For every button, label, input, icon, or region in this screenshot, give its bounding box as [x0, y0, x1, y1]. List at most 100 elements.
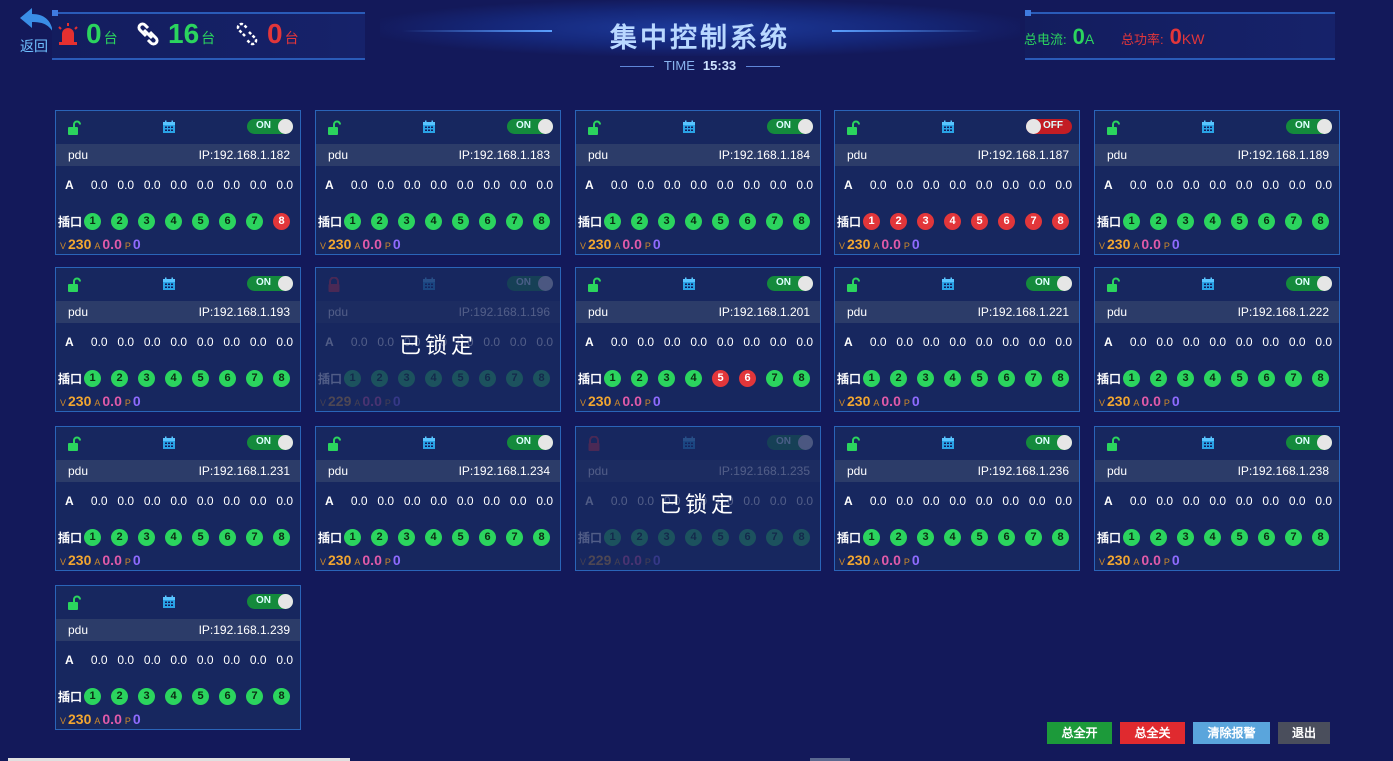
- unlock-icon[interactable]: [1105, 120, 1121, 136]
- power-switch[interactable]: ON: [247, 276, 293, 291]
- port-toggle[interactable]: 3: [138, 213, 155, 230]
- calendar-icon[interactable]: [422, 436, 436, 450]
- calendar-icon[interactable]: [1201, 120, 1215, 134]
- unlock-icon[interactable]: [66, 120, 82, 136]
- port-toggle[interactable]: 8: [793, 370, 810, 387]
- port-toggle[interactable]: 3: [658, 213, 675, 230]
- port-toggle[interactable]: 4: [944, 213, 961, 230]
- port-toggle[interactable]: 5: [192, 688, 209, 705]
- all-on-button[interactable]: 总全开: [1047, 722, 1112, 744]
- port-toggle[interactable]: 3: [1177, 370, 1194, 387]
- port-toggle[interactable]: 5: [712, 529, 729, 546]
- port-toggle[interactable]: 4: [165, 529, 182, 546]
- power-switch[interactable]: ON: [1026, 276, 1072, 291]
- port-toggle[interactable]: 7: [1285, 213, 1302, 230]
- port-toggle[interactable]: 2: [1150, 213, 1167, 230]
- port-toggle[interactable]: 8: [1312, 370, 1329, 387]
- port-toggle[interactable]: 6: [998, 370, 1015, 387]
- power-switch[interactable]: ON: [767, 119, 813, 134]
- port-toggle[interactable]: 5: [712, 370, 729, 387]
- port-toggle[interactable]: 1: [84, 370, 101, 387]
- port-toggle[interactable]: 1: [604, 370, 621, 387]
- port-toggle[interactable]: 7: [506, 529, 523, 546]
- port-toggle[interactable]: 7: [246, 688, 263, 705]
- port-toggle[interactable]: 5: [192, 529, 209, 546]
- port-toggle[interactable]: 4: [425, 213, 442, 230]
- port-toggle[interactable]: 2: [371, 213, 388, 230]
- port-toggle[interactable]: 2: [111, 213, 128, 230]
- power-switch[interactable]: ON: [1286, 276, 1332, 291]
- port-toggle[interactable]: 6: [1258, 213, 1275, 230]
- port-toggle[interactable]: 5: [1231, 213, 1248, 230]
- port-toggle[interactable]: 7: [506, 370, 523, 387]
- unlock-icon[interactable]: [66, 436, 82, 452]
- unlock-icon[interactable]: [66, 595, 82, 611]
- port-toggle[interactable]: 3: [658, 529, 675, 546]
- port-toggle[interactable]: 5: [971, 529, 988, 546]
- port-toggle[interactable]: 6: [219, 213, 236, 230]
- port-toggle[interactable]: 2: [111, 688, 128, 705]
- port-toggle[interactable]: 7: [766, 370, 783, 387]
- port-toggle[interactable]: 6: [998, 213, 1015, 230]
- lock-icon[interactable]: [586, 435, 602, 452]
- port-toggle[interactable]: 6: [219, 370, 236, 387]
- port-toggle[interactable]: 1: [344, 213, 361, 230]
- port-toggle[interactable]: 8: [793, 213, 810, 230]
- port-toggle[interactable]: 4: [165, 370, 182, 387]
- port-toggle[interactable]: 1: [604, 529, 621, 546]
- calendar-icon[interactable]: [1201, 436, 1215, 450]
- port-toggle[interactable]: 2: [111, 370, 128, 387]
- port-toggle[interactable]: 4: [425, 529, 442, 546]
- port-toggle[interactable]: 4: [1204, 213, 1221, 230]
- port-toggle[interactable]: 2: [371, 370, 388, 387]
- port-toggle[interactable]: 7: [766, 213, 783, 230]
- port-toggle[interactable]: 3: [398, 529, 415, 546]
- port-toggle[interactable]: 4: [944, 529, 961, 546]
- power-switch[interactable]: ON: [767, 276, 813, 291]
- port-toggle[interactable]: 2: [111, 529, 128, 546]
- port-toggle[interactable]: 6: [219, 529, 236, 546]
- calendar-icon[interactable]: [422, 120, 436, 134]
- port-toggle[interactable]: 5: [712, 213, 729, 230]
- port-toggle[interactable]: 4: [944, 370, 961, 387]
- port-toggle[interactable]: 8: [793, 529, 810, 546]
- unlock-icon[interactable]: [1105, 436, 1121, 452]
- port-toggle[interactable]: 4: [1204, 529, 1221, 546]
- port-toggle[interactable]: 5: [1231, 370, 1248, 387]
- port-toggle[interactable]: 6: [739, 213, 756, 230]
- power-switch[interactable]: ON: [1286, 435, 1332, 450]
- port-toggle[interactable]: 2: [631, 213, 648, 230]
- port-toggle[interactable]: 6: [219, 688, 236, 705]
- port-toggle[interactable]: 4: [165, 688, 182, 705]
- port-toggle[interactable]: 2: [631, 529, 648, 546]
- calendar-icon[interactable]: [1201, 277, 1215, 291]
- unlock-icon[interactable]: [66, 277, 82, 293]
- power-switch[interactable]: ON: [1286, 119, 1332, 134]
- calendar-icon[interactable]: [162, 277, 176, 291]
- port-toggle[interactable]: 8: [273, 370, 290, 387]
- port-toggle[interactable]: 5: [971, 213, 988, 230]
- port-toggle[interactable]: 3: [917, 529, 934, 546]
- power-switch[interactable]: ON: [1026, 435, 1072, 450]
- calendar-icon[interactable]: [422, 277, 436, 291]
- calendar-icon[interactable]: [941, 120, 955, 134]
- port-toggle[interactable]: 5: [452, 529, 469, 546]
- port-toggle[interactable]: 4: [685, 370, 702, 387]
- port-toggle[interactable]: 7: [246, 213, 263, 230]
- port-toggle[interactable]: 5: [192, 370, 209, 387]
- port-toggle[interactable]: 8: [533, 370, 550, 387]
- port-toggle[interactable]: 1: [863, 529, 880, 546]
- port-toggle[interactable]: 8: [533, 529, 550, 546]
- unlock-icon[interactable]: [326, 120, 342, 136]
- port-toggle[interactable]: 2: [631, 370, 648, 387]
- port-toggle[interactable]: 6: [998, 529, 1015, 546]
- port-toggle[interactable]: 7: [246, 529, 263, 546]
- power-switch[interactable]: ON: [247, 594, 293, 609]
- all-off-button[interactable]: 总全关: [1120, 722, 1185, 744]
- port-toggle[interactable]: 2: [890, 529, 907, 546]
- port-toggle[interactable]: 1: [863, 213, 880, 230]
- port-toggle[interactable]: 2: [1150, 529, 1167, 546]
- port-toggle[interactable]: 8: [1052, 529, 1069, 546]
- port-toggle[interactable]: 8: [1052, 370, 1069, 387]
- port-toggle[interactable]: 3: [917, 370, 934, 387]
